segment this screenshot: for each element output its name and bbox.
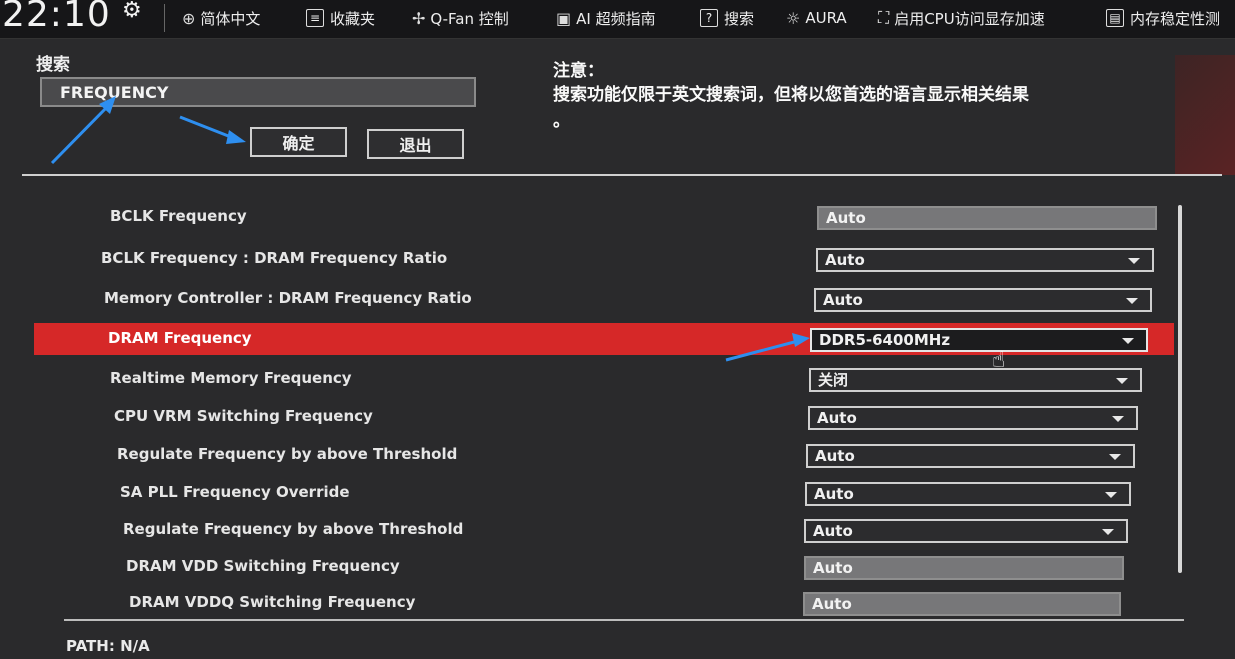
setting-label: SA PLL Frequency Override	[120, 483, 350, 501]
setting-label: BCLK Frequency	[110, 207, 247, 225]
chevron-down-icon	[1126, 298, 1138, 304]
setting-label: CPU VRM Switching Frequency	[114, 407, 373, 425]
footer-divider	[64, 619, 1184, 621]
setting-row[interactable]: CPU VRM Switching Frequency Auto	[34, 401, 1174, 433]
annotation-arrow-confirm	[179, 115, 246, 144]
setting-value: Auto	[815, 447, 855, 465]
setting-value: Auto	[814, 485, 854, 503]
ai-oc-guide-button[interactable]: ▣ AI 超频指南	[556, 6, 656, 30]
search-heading: 搜索	[36, 55, 70, 75]
setting-value: Auto	[817, 409, 857, 427]
ai-oc-guide-label: AI 超频指南	[576, 9, 656, 28]
setting-label: Regulate Frequency by above Threshold	[123, 520, 464, 538]
setting-row[interactable]: Memory Controller : DRAM Frequency Ratio…	[34, 283, 1174, 315]
setting-dropdown[interactable]: Auto	[814, 288, 1152, 312]
fan-icon: ✢	[412, 8, 426, 28]
chevron-down-icon	[1109, 454, 1121, 460]
clock-settings-icon[interactable]: ⚙	[122, 0, 142, 23]
setting-dropdown[interactable]: 关闭	[809, 368, 1142, 392]
top-bar-separator	[164, 4, 165, 32]
memtest-button[interactable]: ▤ 内存稳定性测	[1106, 6, 1220, 30]
setting-value-readonly: Auto	[803, 592, 1121, 616]
setting-dropdown[interactable]: Auto	[816, 248, 1154, 272]
globe-icon: ⊕	[182, 8, 196, 28]
setting-row[interactable]: Regulate Frequency by above Threshold Au…	[34, 514, 1174, 546]
scrollbar[interactable]	[1178, 205, 1182, 573]
memtest-label: 内存稳定性测	[1130, 9, 1221, 28]
setting-row[interactable]: DRAM VDDQ Switching Frequency Auto	[34, 587, 1174, 619]
setting-label: DRAM VDDQ Switching Frequency	[129, 593, 416, 611]
search-divider	[22, 174, 1222, 176]
qfan-button[interactable]: ✢ Q-Fan 控制	[412, 6, 509, 30]
setting-value: Auto	[823, 291, 863, 309]
search-button[interactable]: ? 搜索	[700, 6, 754, 30]
setting-row[interactable]: SA PLL Frequency Override Auto	[34, 477, 1174, 509]
setting-value: Auto	[825, 251, 865, 269]
setting-value: Auto	[813, 559, 853, 577]
setting-value-readonly: Auto	[817, 206, 1157, 230]
resizable-bar-button[interactable]: ⛶ 启用CPU访问显存加速	[878, 6, 1045, 30]
notice-tail: 。	[553, 111, 570, 131]
language-label: 简体中文	[200, 9, 261, 28]
notice-title: 注意：	[553, 61, 604, 81]
notice-body: 搜索功能仅限于英文搜索词，但将以您首选的语言显示相关结果	[553, 85, 1029, 105]
setting-dropdown[interactable]: Auto	[805, 482, 1131, 506]
help-icon: ?	[700, 9, 718, 27]
favorites-label: 收藏夹	[330, 9, 376, 28]
setting-label: Regulate Frequency by above Threshold	[117, 445, 458, 463]
chevron-down-icon	[1122, 338, 1134, 344]
chevron-down-icon	[1102, 529, 1114, 535]
aura-light-icon: ☼	[786, 8, 801, 28]
setting-value-readonly: Auto	[804, 556, 1124, 580]
setting-label: Memory Controller : DRAM Frequency Ratio	[104, 289, 472, 307]
setting-dropdown[interactable]: Auto	[804, 519, 1128, 543]
resizable-bar-icon: ⛶	[878, 8, 890, 27]
setting-row[interactable]: BCLK Frequency : DRAM Frequency Ratio Au…	[34, 243, 1174, 275]
search-input[interactable]	[40, 77, 476, 107]
setting-dropdown[interactable]: Auto	[806, 444, 1135, 468]
setting-dropdown[interactable]: Auto	[808, 406, 1138, 430]
setting-row[interactable]: Regulate Frequency by above Threshold Au…	[34, 439, 1174, 471]
clock: 22:10	[2, 0, 111, 35]
setting-label: BCLK Frequency : DRAM Frequency Ratio	[101, 249, 448, 267]
language-button[interactable]: ⊕ 简体中文	[182, 6, 260, 30]
path-indicator: PATH: N/A	[66, 637, 150, 655]
aura-button[interactable]: ☼ AURA	[786, 6, 847, 30]
qfan-label: Q-Fan 控制	[430, 9, 509, 28]
chevron-down-icon	[1112, 416, 1124, 422]
setting-label: DRAM Frequency	[108, 329, 252, 347]
setting-row[interactable]: BCLK Frequency Auto	[34, 201, 1174, 233]
setting-row[interactable]: DRAM VDD Switching Frequency Auto	[34, 551, 1174, 583]
bookmark-icon: ≡	[306, 9, 324, 27]
exit-button[interactable]: 退出	[367, 129, 464, 159]
setting-label: Realtime Memory Frequency	[110, 369, 352, 387]
setting-dropdown[interactable]: DDR5-6400MHz	[810, 328, 1148, 352]
hand-cursor-icon: ☝	[992, 348, 1006, 373]
aura-label: AURA	[805, 9, 847, 27]
chevron-down-icon	[1116, 378, 1128, 384]
ai-chip-icon: ▣	[556, 8, 572, 28]
notice-text: 搜索功能仅限于英文搜索词，但将以您首选的语言显示相关结果 。	[553, 82, 1168, 134]
top-bar: 22:10 ⚙ ⊕ 简体中文 ≡ 收藏夹 ✢ Q-Fan 控制 ▣ AI 超频指…	[0, 0, 1235, 39]
background-decoration	[1175, 55, 1235, 175]
search-top-label: 搜索	[724, 9, 755, 28]
favorites-button[interactable]: ≡ 收藏夹	[306, 6, 375, 30]
setting-label: DRAM VDD Switching Frequency	[126, 557, 400, 575]
chevron-down-icon	[1128, 258, 1140, 264]
confirm-button[interactable]: 确定	[250, 127, 347, 157]
memory-icon: ▤	[1106, 9, 1124, 27]
setting-value: 关闭	[818, 371, 849, 389]
setting-value: Auto	[826, 209, 866, 227]
chevron-down-icon	[1105, 492, 1117, 498]
setting-value: Auto	[813, 522, 853, 540]
setting-value: DDR5-6400MHz	[819, 331, 951, 349]
resizable-bar-label: 启用CPU访问显存加速	[894, 9, 1045, 28]
setting-value: Auto	[812, 595, 852, 613]
